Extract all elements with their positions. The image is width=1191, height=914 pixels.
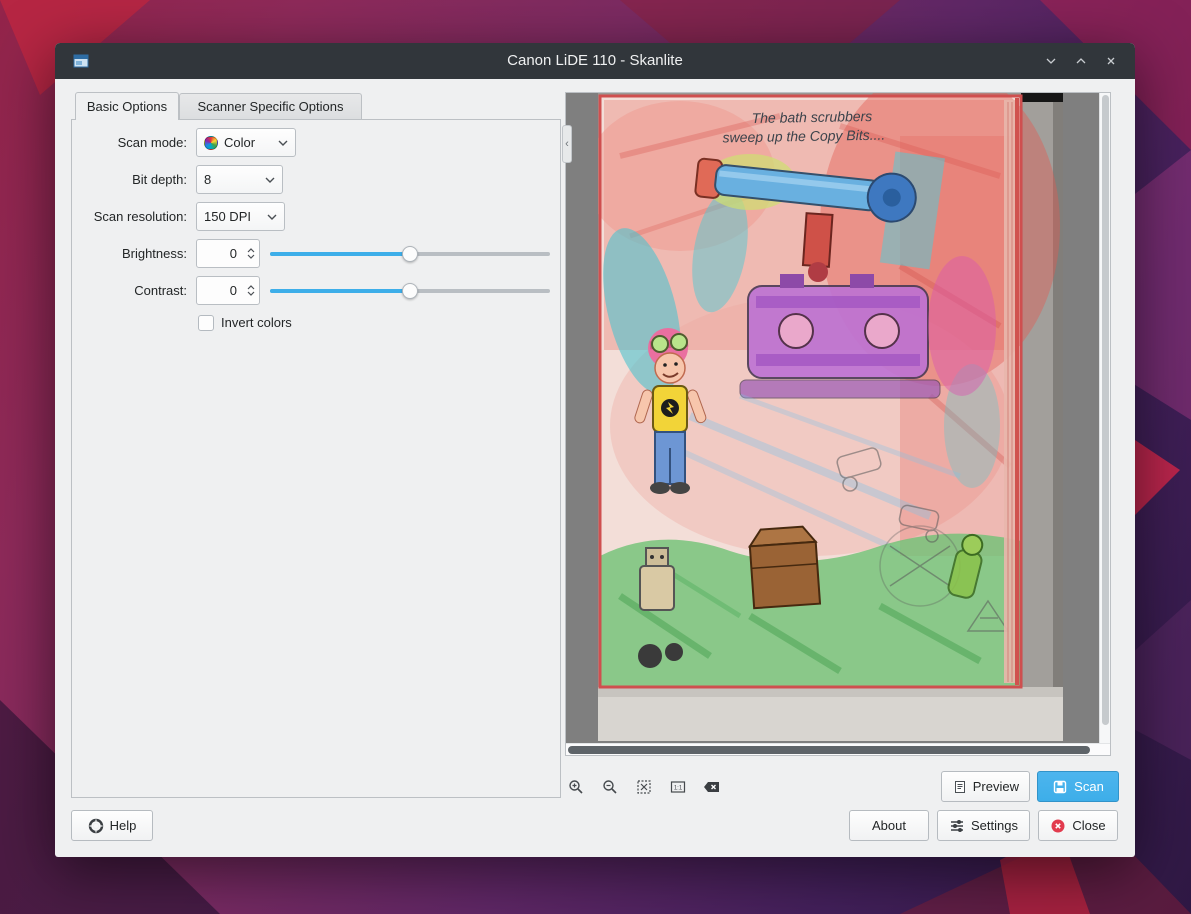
- color-wheel-icon: [204, 136, 218, 150]
- contrast-label: Contrast:: [72, 276, 187, 305]
- titlebar: Canon LiDE 110 - Skanlite: [55, 43, 1135, 79]
- help-lifebuoy-icon: [88, 818, 104, 834]
- scan-resolution-value: 150 DPI: [204, 209, 251, 224]
- zoom-in-button[interactable]: [567, 778, 585, 796]
- chevron-down-icon: [267, 213, 277, 221]
- configure-sliders-icon: [949, 818, 965, 834]
- help-button[interactable]: Help: [71, 810, 153, 841]
- zoom-fit-button[interactable]: [635, 778, 653, 796]
- invert-colors-checkbox[interactable]: [198, 315, 214, 331]
- settings-button[interactable]: Settings: [937, 810, 1030, 841]
- zoom-original-icon: 1:1: [670, 779, 686, 795]
- zoom-original-label: 1:1: [674, 786, 683, 792]
- spin-up-button[interactable]: [247, 247, 255, 253]
- clear-selections-icon: [703, 779, 721, 795]
- spin-up-button[interactable]: [247, 284, 255, 290]
- bit-depth-combobox[interactable]: 8: [196, 165, 283, 194]
- invert-colors-label: Invert colors: [221, 315, 292, 331]
- bit-depth-value: 8: [204, 172, 211, 187]
- clear-selections-button[interactable]: [703, 778, 721, 796]
- preview-button-label: Preview: [973, 779, 1019, 794]
- save-icon: [1052, 779, 1068, 795]
- horizontal-scrollbar-thumb[interactable]: [568, 746, 1090, 754]
- zoom-in-icon: [568, 779, 584, 795]
- spin-down-button[interactable]: [247, 254, 255, 260]
- preview-viewport[interactable]: The bath scrubbers sweep up the Copy Bit…: [566, 93, 1099, 743]
- zoom-out-icon: [602, 779, 618, 795]
- zoom-original-button[interactable]: 1:1: [669, 778, 687, 796]
- close-button-label: Close: [1072, 818, 1105, 833]
- settings-button-label: Settings: [971, 818, 1018, 833]
- chevron-down-icon: [265, 176, 275, 184]
- slider-handle[interactable]: [402, 283, 418, 299]
- panel-collapse-handle[interactable]: ‹: [562, 125, 572, 163]
- close-dialog-button[interactable]: Close: [1038, 810, 1118, 841]
- brightness-spinbox[interactable]: 0: [196, 239, 260, 268]
- scan-resolution-combobox[interactable]: 150 DPI: [196, 202, 285, 231]
- scan-button[interactable]: Scan: [1037, 771, 1119, 802]
- contrast-slider[interactable]: [270, 276, 550, 305]
- close-x-icon: [1104, 54, 1118, 68]
- close-red-circle-icon: [1050, 818, 1066, 834]
- zoom-fit-icon: [636, 779, 652, 795]
- about-button[interactable]: About: [849, 810, 929, 841]
- brightness-label: Brightness:: [72, 239, 187, 268]
- preview-button[interactable]: Preview: [941, 771, 1030, 802]
- brightness-slider[interactable]: [270, 239, 550, 268]
- scan-mode-combobox[interactable]: Color: [196, 128, 296, 157]
- tab-basic-options[interactable]: Basic Options: [75, 92, 179, 120]
- slider-fill: [270, 289, 410, 293]
- zoom-out-button[interactable]: [601, 778, 619, 796]
- spin-down-button[interactable]: [247, 291, 255, 297]
- skanlite-window: Canon LiDE 110 - Skanlite Basic Options …: [55, 43, 1135, 857]
- scan-preview-image[interactable]: The bath scrubbers sweep up the Copy Bit…: [598, 93, 1063, 741]
- help-button-label: Help: [110, 818, 137, 833]
- vertical-scrollbar-thumb[interactable]: [1102, 95, 1109, 725]
- contrast-spinbox[interactable]: 0: [196, 276, 260, 305]
- scan-caption-line1: The bath scrubbers: [751, 108, 872, 126]
- contrast-value: 0: [197, 277, 242, 304]
- scan-mode-label: Scan mode:: [72, 128, 187, 157]
- vertical-scrollbar[interactable]: [1099, 93, 1110, 743]
- slider-fill: [270, 252, 410, 256]
- tab-scanner-specific-options[interactable]: Scanner Specific Options: [179, 93, 362, 119]
- close-window-button[interactable]: [1101, 51, 1121, 71]
- scan-button-label: Scan: [1074, 779, 1104, 794]
- scan-mode-value: Color: [224, 135, 255, 150]
- brightness-value: 0: [197, 240, 242, 267]
- bit-depth-label: Bit depth:: [72, 165, 187, 194]
- preview-panel: The bath scrubbers sweep up the Copy Bit…: [565, 92, 1111, 756]
- minimize-button[interactable]: [1041, 51, 1061, 71]
- maximize-button[interactable]: [1071, 51, 1091, 71]
- chevron-down-icon: [1044, 54, 1058, 68]
- preview-document-icon: [952, 779, 967, 795]
- scan-resolution-label: Scan resolution:: [72, 202, 187, 231]
- about-button-label: About: [872, 818, 906, 833]
- scan-caption-line2: sweep up the Copy Bits....: [722, 127, 885, 146]
- chevron-down-icon: [278, 139, 288, 147]
- slider-handle[interactable]: [402, 246, 418, 262]
- chevron-up-icon: [1074, 54, 1088, 68]
- horizontal-scrollbar[interactable]: [566, 743, 1110, 755]
- window-title: Canon LiDE 110 - Skanlite: [55, 43, 1135, 79]
